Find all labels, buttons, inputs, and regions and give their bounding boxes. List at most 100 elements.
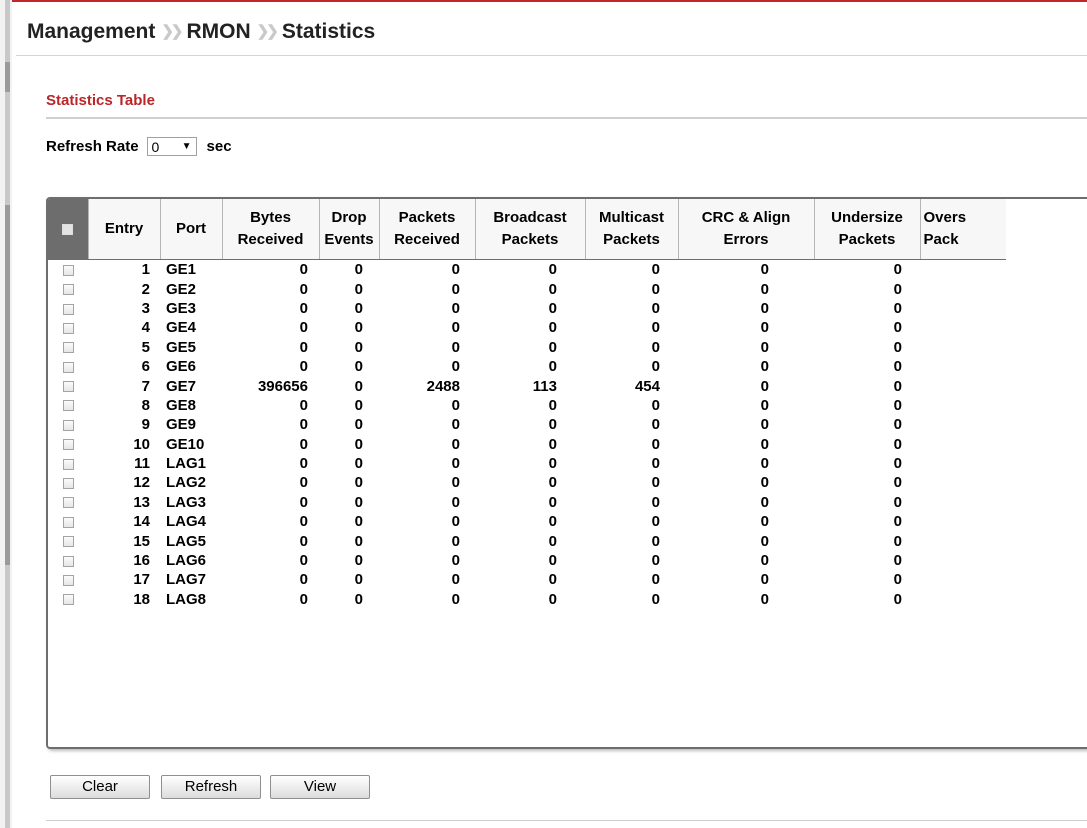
row-select-cell[interactable] (48, 435, 88, 454)
packets-received-cell: 0 (451, 319, 460, 337)
multicast-packets-cell: 0 (651, 532, 660, 550)
crc-align-errors-cell: 0 (760, 280, 769, 298)
header-text: Bytes (250, 209, 291, 226)
table-row[interactable]: 13 LAG3 0 0 0 0 0 0 0 (48, 493, 1006, 512)
undersize-packets-cell: 0 (893, 299, 902, 317)
view-button[interactable]: View (270, 775, 370, 799)
oversize-packets-cell (920, 299, 1006, 318)
oversize-packets-cell (920, 318, 1006, 337)
table-header-row: Entry Port Bytes Received Drop Events Pack… (48, 199, 1006, 260)
table-row[interactable]: 18 LAG8 0 0 0 0 0 0 0 (48, 590, 1006, 609)
row-checkbox[interactable] (62, 574, 74, 586)
row-select-cell[interactable] (48, 493, 88, 512)
table-row[interactable]: 3 GE3 0 0 0 0 0 0 0 (48, 299, 1006, 318)
table-row[interactable]: 4 GE4 0 0 0 0 0 0 0 (48, 318, 1006, 337)
row-checkbox[interactable] (62, 439, 74, 451)
row-select-cell[interactable] (48, 376, 88, 395)
row-select-cell[interactable] (48, 357, 88, 376)
table-row[interactable]: 7 GE7 396656 0 2488 113 454 0 0 (48, 376, 1006, 395)
table-row[interactable]: 1 GE1 0 0 0 0 0 0 0 (48, 260, 1006, 280)
row-select-cell[interactable] (48, 279, 88, 298)
refresh-rate-select[interactable]: 0 ▼ (146, 137, 197, 156)
row-checkbox[interactable] (62, 478, 74, 490)
row-select-cell[interactable] (48, 454, 88, 473)
entry-cell: 5 (141, 338, 150, 356)
row-checkbox[interactable] (62, 381, 74, 393)
row-checkbox[interactable] (62, 342, 74, 354)
row-checkbox[interactable] (62, 555, 74, 567)
multicast-packets-cell: 0 (651, 319, 660, 337)
header-bytes-received: Bytes Received (222, 199, 320, 260)
oversize-packets-cell (920, 338, 1006, 357)
row-select-cell[interactable] (48, 531, 88, 550)
row-select-cell[interactable] (48, 396, 88, 415)
multicast-packets-cell: 0 (651, 396, 660, 414)
select-all-checkbox[interactable] (62, 223, 74, 235)
bytes-received-cell: 396656 (257, 377, 308, 395)
header-text: Events (324, 231, 374, 248)
row-select-cell[interactable] (48, 260, 88, 280)
bytes-received-cell: 0 (299, 280, 308, 298)
port-cell: GE7 (166, 377, 197, 395)
row-checkbox[interactable] (62, 516, 74, 528)
undersize-packets-cell: 0 (893, 416, 902, 434)
statistics-table-container[interactable]: Entry Port Bytes Received Drop Events Pack… (46, 197, 1087, 749)
multicast-packets-cell: 0 (651, 299, 660, 317)
row-checkbox[interactable] (62, 264, 74, 276)
header-text: Drop (331, 209, 367, 226)
clear-button[interactable]: Clear (50, 775, 150, 799)
row-select-cell[interactable] (48, 473, 88, 492)
table-row[interactable]: 9 GE9 0 0 0 0 0 0 0 (48, 415, 1006, 434)
header-text: Packets (838, 231, 896, 248)
row-select-cell[interactable] (48, 551, 88, 570)
row-checkbox[interactable] (62, 400, 74, 412)
row-select-cell[interactable] (48, 338, 88, 357)
port-cell: GE1 (166, 261, 197, 279)
section-title: Statistics Table (46, 92, 155, 109)
header-broadcast-packets: Broadcast Packets (475, 199, 586, 260)
row-checkbox[interactable] (62, 284, 74, 296)
table-row[interactable]: 16 LAG6 0 0 0 0 0 0 0 (48, 551, 1006, 570)
row-checkbox[interactable] (62, 458, 74, 470)
table-row[interactable]: 5 GE5 0 0 0 0 0 0 0 (48, 338, 1006, 357)
row-checkbox[interactable] (62, 303, 74, 315)
refresh-button[interactable]: Refresh (161, 775, 261, 799)
drop-events-cell: 0 (354, 261, 363, 279)
crc-align-errors-cell: 0 (760, 493, 769, 511)
row-checkbox[interactable] (62, 536, 74, 548)
row-select-cell[interactable] (48, 415, 88, 434)
table-row[interactable]: 12 LAG2 0 0 0 0 0 0 0 (48, 473, 1006, 492)
port-cell: LAG1 (166, 455, 207, 473)
table-row[interactable]: 2 GE2 0 0 0 0 0 0 0 (48, 279, 1006, 298)
multicast-packets-cell: 0 (651, 358, 660, 376)
table-row[interactable]: 10 GE10 0 0 0 0 0 0 0 (48, 435, 1006, 454)
row-select-cell[interactable] (48, 512, 88, 531)
table-row[interactable]: 14 LAG4 0 0 0 0 0 0 0 (48, 512, 1006, 531)
row-select-cell[interactable] (48, 299, 88, 318)
row-checkbox[interactable] (62, 594, 74, 606)
double-chevron-right-icon: ❯❯ (256, 23, 279, 40)
row-checkbox[interactable] (62, 497, 74, 509)
select-all-header[interactable] (48, 199, 89, 260)
header-undersize-packets: Undersize Packets (814, 199, 921, 260)
row-select-cell[interactable] (48, 318, 88, 337)
crc-align-errors-cell: 0 (760, 338, 769, 356)
table-row[interactable]: 11 LAG1 0 0 0 0 0 0 0 (48, 454, 1006, 473)
drop-events-cell: 0 (354, 416, 363, 434)
multicast-packets-cell: 0 (651, 552, 660, 570)
broadcast-packets-cell: 0 (548, 532, 557, 550)
row-checkbox[interactable] (62, 322, 74, 334)
multicast-packets-cell: 0 (651, 435, 660, 453)
row-checkbox[interactable] (62, 419, 74, 431)
row-select-cell[interactable] (48, 570, 88, 589)
row-select-cell[interactable] (48, 590, 88, 609)
table-row[interactable]: 17 LAG7 0 0 0 0 0 0 0 (48, 570, 1006, 589)
table-row[interactable]: 15 LAG5 0 0 0 0 0 0 0 (48, 531, 1006, 550)
port-cell: GE4 (166, 319, 197, 337)
left-frame-bar (0, 0, 12, 828)
broadcast-packets-cell: 0 (548, 590, 557, 608)
table-row[interactable]: 6 GE6 0 0 0 0 0 0 0 (48, 357, 1006, 376)
table-row[interactable]: 8 GE8 0 0 0 0 0 0 0 (48, 396, 1006, 415)
row-checkbox[interactable] (62, 361, 74, 373)
port-cell: GE6 (166, 358, 197, 376)
